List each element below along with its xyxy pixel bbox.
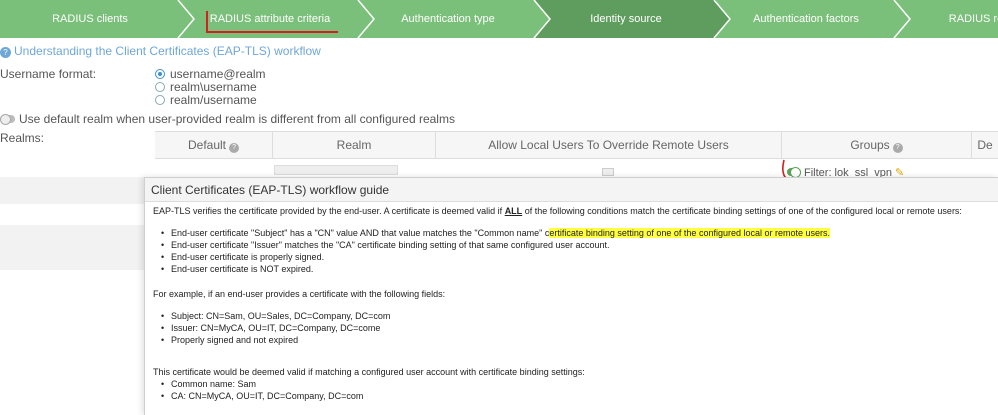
condition-text: End-user certificate is properly signed.	[171, 252, 325, 262]
example-field: Properly signed and not expired	[171, 335, 299, 345]
example-paragraph: For example, if an end-user provides a c…	[153, 289, 446, 299]
realms-table-header: Default? Realm Allow Local Users To Over…	[155, 131, 998, 159]
realms-label: Realms:	[0, 131, 45, 145]
step-authentication-factors[interactable]: Authentication factors	[716, 0, 896, 38]
example-field: Subject: CN=Sam, OU=Sales, DC=Company, D…	[171, 311, 391, 321]
annotation-underline	[206, 31, 338, 33]
column-description[interactable]: De	[972, 132, 998, 159]
step-separator-icon	[177, 0, 195, 38]
radio-unchecked-icon	[155, 95, 165, 105]
step-radius-clients[interactable]: RADIUS clients	[0, 0, 180, 38]
list-item: Issuer: CN=MyCA, OU=IT, DC=Company, DC=c…	[161, 323, 381, 333]
column-label: Allow Local Users To Override Remote Use…	[488, 138, 729, 152]
column-default[interactable]: Default?	[155, 132, 273, 159]
background-panel	[0, 225, 148, 270]
column-allow-local-override[interactable]: Allow Local Users To Override Remote Use…	[436, 132, 782, 159]
radio-label: realm\username	[170, 80, 257, 94]
step-separator-icon	[893, 0, 911, 38]
step-separator-icon	[357, 0, 375, 38]
step-label: RADIUS clients	[52, 13, 128, 25]
step-separator-icon	[533, 0, 551, 38]
list-item: Properly signed and not expired	[161, 335, 299, 345]
list-item: End-user certificate is properly signed.	[161, 252, 325, 262]
step-label: Authentication type	[401, 13, 495, 25]
question-icon: ?	[229, 143, 240, 153]
list-item: Common name: Sam	[161, 379, 257, 389]
eap-tls-help-link[interactable]: ? Understanding the Client Certificates (…	[0, 44, 321, 58]
realm-select[interactable]	[274, 165, 398, 175]
help-link-text: Understanding the Client Certificates (E…	[14, 44, 321, 58]
radio-username-at-realm[interactable]: username@realm	[155, 67, 266, 81]
question-icon: ?	[0, 47, 11, 58]
toggle-off-icon	[0, 114, 15, 125]
column-label: De	[977, 138, 993, 152]
radio-realm-slash-username[interactable]: realm/username	[155, 93, 257, 107]
annotation-mark	[206, 11, 208, 32]
step-label: RADIUS re	[948, 13, 998, 25]
example-field: Issuer: CN=MyCA, OU=IT, DC=Company, DC=c…	[171, 323, 381, 333]
step-authentication-type[interactable]: Authentication type	[360, 0, 536, 38]
radio-unchecked-icon	[155, 82, 165, 92]
list-item: End-user certificate "Issuer" matches th…	[161, 240, 610, 250]
valid-paragraph: This certificate would be deemed valid i…	[153, 367, 585, 377]
list-item: End-user certificate "Subject" has a "CN…	[161, 228, 831, 238]
column-realm[interactable]: Realm	[273, 132, 436, 159]
default-realm-toggle[interactable]: Use default realm when user-provided rea…	[0, 112, 455, 126]
step-separator-icon	[713, 0, 731, 38]
condition-text: End-user certificate "Issuer" matches th…	[171, 240, 610, 250]
default-realm-toggle-label: Use default realm when user-provided rea…	[19, 112, 455, 126]
radio-label: username@realm	[170, 67, 266, 81]
intro-text: EAP-TLS verifies the certificate provide…	[153, 206, 505, 216]
intro-emphasis: ALL	[504, 206, 523, 216]
list-item: Subject: CN=Sam, OU=Sales, DC=Company, D…	[161, 311, 391, 321]
step-label: Identity source	[590, 13, 662, 25]
intro-text: of the following conditions match the ce…	[522, 206, 962, 216]
step-identity-source[interactable]: Identity source	[536, 0, 716, 38]
radio-realm-backslash-username[interactable]: realm\username	[155, 80, 257, 94]
eap-tls-guide-modal: Client Certificates (EAP-TLS) workflow g…	[144, 177, 998, 415]
column-label: Realm	[336, 138, 372, 152]
intro-paragraph: EAP-TLS verifies the certificate provide…	[153, 206, 962, 216]
username-format-label: Username format:	[0, 67, 97, 81]
condition-text: End-user certificate is NOT expired.	[171, 264, 314, 274]
column-label: Default	[187, 138, 227, 152]
condition-text: End-user certificate "Subject" has a "CN…	[171, 228, 550, 238]
list-item: End-user certificate is NOT expired.	[161, 264, 314, 274]
column-groups[interactable]: Groups?	[782, 132, 972, 159]
radio-label: realm/username	[170, 93, 257, 107]
modal-title: Client Certificates (EAP-TLS) workflow g…	[145, 178, 998, 202]
override-checkbox[interactable]	[602, 168, 614, 176]
radio-checked-icon	[155, 69, 165, 79]
question-icon: ?	[892, 143, 903, 153]
background-panel	[0, 177, 148, 204]
binding-setting: Common name: Sam	[171, 379, 257, 389]
list-item: CA: CN=MyCA, OU=IT, DC=Company, DC=com	[161, 391, 364, 401]
wizard-steps-bar: RADIUS clients RADIUS attribute criteria…	[0, 0, 998, 38]
step-label: Authentication factors	[753, 13, 859, 25]
binding-setting: CA: CN=MyCA, OU=IT, DC=Company, DC=com	[171, 391, 364, 401]
column-label: Groups	[850, 138, 890, 152]
highlighted-text: ertificate binding setting of one of the…	[549, 228, 831, 238]
